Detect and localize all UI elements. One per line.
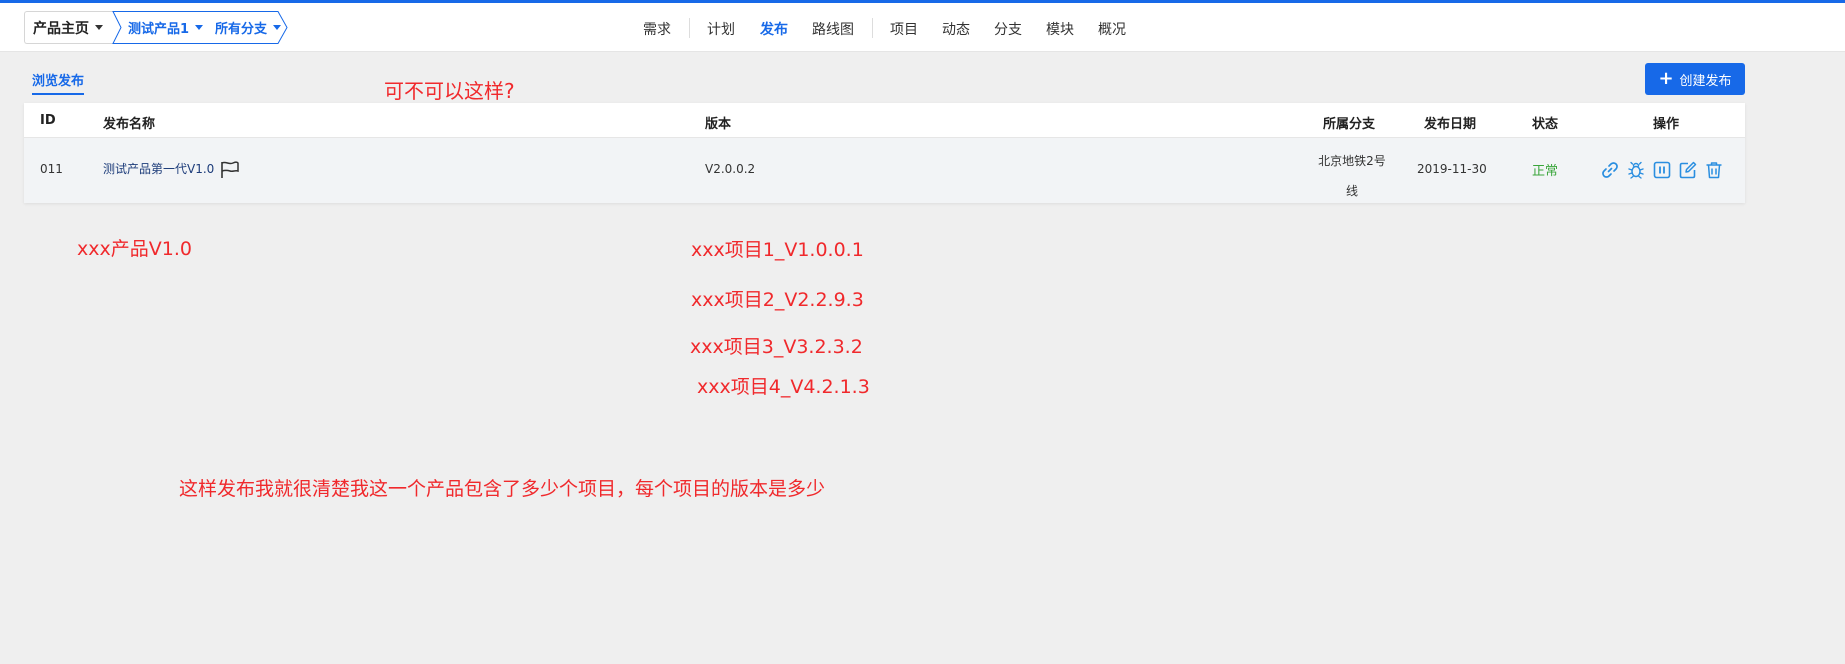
create-release-label: 创建发布 <box>1679 73 1732 89</box>
chevron-down-icon <box>95 25 103 30</box>
annotation-item: xxx项目4_V4.2.1.3 <box>697 376 870 398</box>
release-branch: 北京地铁2号 线 <box>1307 146 1397 206</box>
chevron-down-icon <box>195 25 204 30</box>
create-release-button[interactable]: + 创建发布 <box>1645 63 1745 95</box>
product-home-dropdown[interactable]: 产品主页 <box>24 11 113 44</box>
link-icon[interactable] <box>1600 160 1620 180</box>
annotation-item: xxx项目3_V3.2.3.2 <box>690 336 863 358</box>
release-branch-line2: 线 <box>1345 184 1358 198</box>
annotation-product: xxx产品V1.0 <box>77 238 192 260</box>
edit-icon[interactable] <box>1678 160 1698 180</box>
nav-item-plan[interactable]: 计划 <box>707 19 735 39</box>
row-actions <box>1600 160 1724 180</box>
product-home-label: 产品主页 <box>33 20 89 37</box>
plus-icon: + <box>1658 68 1674 89</box>
bug-icon[interactable] <box>1626 160 1646 180</box>
chevron-down-icon <box>273 25 282 30</box>
pause-icon[interactable] <box>1652 160 1672 180</box>
top-navbar: 产品主页 测试产品1 所有分支 需求 计划 发布 路线图 项目 动态 分支 模块… <box>0 3 1845 52</box>
column-header-branch[interactable]: 所属分支 <box>1323 113 1375 132</box>
annotation-question: 可不可以这样? <box>384 79 515 103</box>
product-name-label: 测试产品1 <box>128 22 190 37</box>
annotation-summary: 这样发布我就很清楚我这一个产品包含了多少个项目，每个项目的版本是多少 <box>179 478 826 500</box>
release-date: 2019-11-30 <box>1417 162 1487 176</box>
nav-divider <box>872 18 873 38</box>
nav-item-projects[interactable]: 项目 <box>890 19 918 39</box>
release-table: ID 发布名称 版本 所属分支 发布日期 状态 操作 011 测试产品第一代V1… <box>24 103 1745 203</box>
column-header-name[interactable]: 发布名称 <box>103 113 155 132</box>
breadcrumb-product: 测试产品1 所有分支 <box>112 11 288 44</box>
annotation-item: xxx项目1_V1.0.0.1 <box>691 239 864 261</box>
nav-item-release[interactable]: 发布 <box>760 19 788 39</box>
table-header: ID 发布名称 版本 所属分支 发布日期 状态 操作 <box>24 103 1745 138</box>
column-header-status[interactable]: 状态 <box>1532 113 1558 132</box>
release-branch-line1: 北京地铁2号 <box>1318 154 1386 168</box>
nav-item-overview[interactable]: 概况 <box>1098 19 1126 39</box>
annotation-item: xxx项目2_V2.2.9.3 <box>691 289 864 311</box>
release-version: V2.0.0.2 <box>705 162 756 176</box>
nav-item-requirements[interactable]: 需求 <box>643 19 671 39</box>
flag-icon <box>221 161 239 178</box>
release-name-link[interactable]: 测试产品第一代V1.0 <box>103 162 214 176</box>
column-header-actions: 操作 <box>1653 117 1680 132</box>
branch-name-label: 所有分支 <box>215 22 268 37</box>
nav-divider <box>689 18 690 38</box>
nav-item-activity[interactable]: 动态 <box>942 19 970 39</box>
product-selector[interactable]: 测试产品1 <box>128 18 204 37</box>
nav-item-roadmap[interactable]: 路线图 <box>812 19 854 39</box>
column-header-version[interactable]: 版本 <box>705 113 731 132</box>
release-name-cell[interactable]: 测试产品第一代V1.0 <box>103 160 240 179</box>
tab-browse-releases[interactable]: 浏览发布 <box>32 70 85 95</box>
delete-icon[interactable] <box>1704 160 1724 180</box>
nav-item-branches[interactable]: 分支 <box>994 19 1022 39</box>
column-header-id[interactable]: ID <box>40 113 56 128</box>
status-badge: 正常 <box>1532 164 1559 179</box>
nav-item-modules[interactable]: 模块 <box>1046 19 1074 39</box>
branch-selector[interactable]: 所有分支 <box>215 18 282 37</box>
column-header-date[interactable]: 发布日期 <box>1424 113 1476 132</box>
table-row: 011 测试产品第一代V1.0 V2.0.0.2 北京地铁2号 线 2019-1… <box>24 138 1745 203</box>
release-id: 011 <box>40 162 63 176</box>
